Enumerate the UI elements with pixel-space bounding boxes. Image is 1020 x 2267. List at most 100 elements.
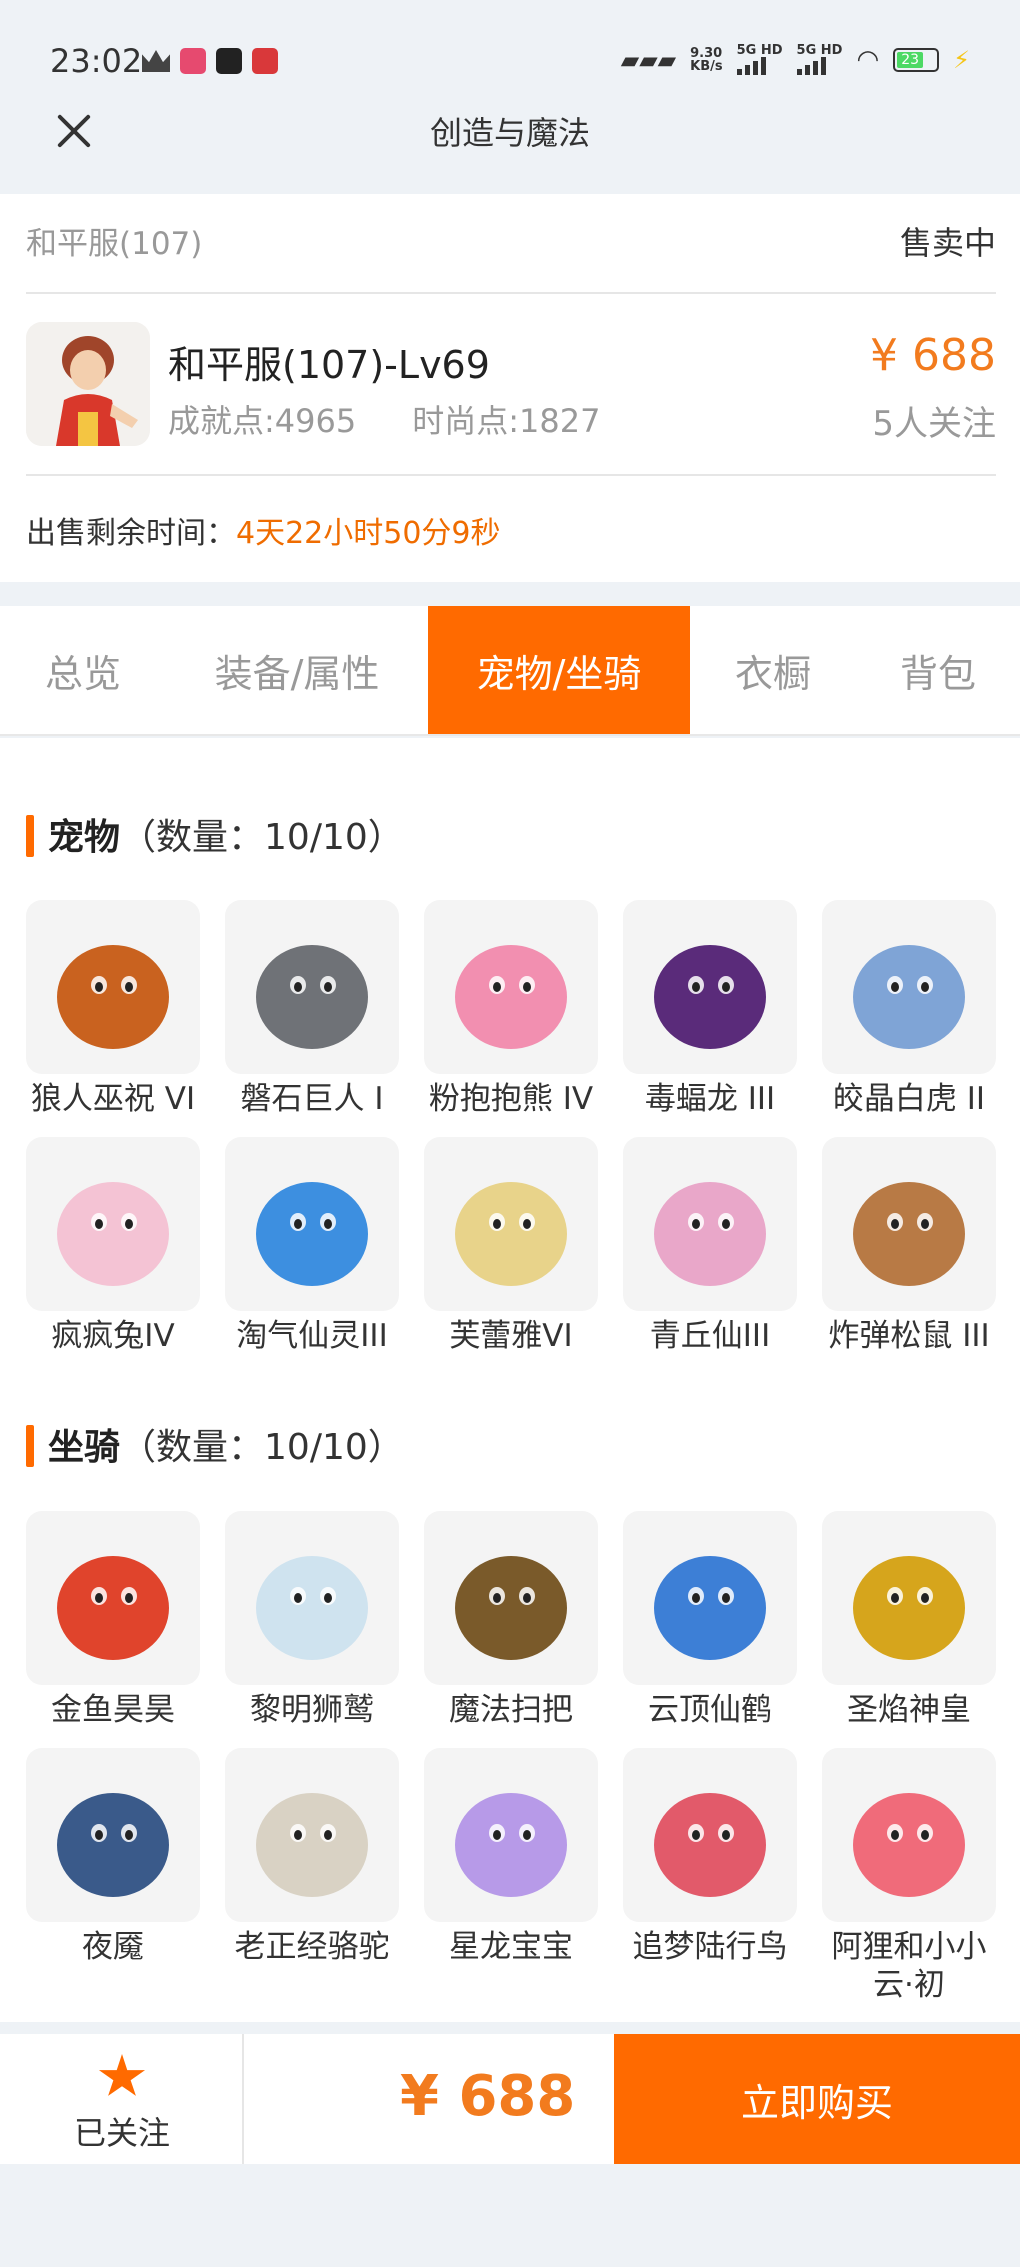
mount-name: 黎明狮鹫	[250, 1692, 374, 1728]
signal-bars-icon	[796, 57, 843, 75]
mounts-section-title: 坐骑（数量：10/10）	[26, 1418, 404, 1470]
pet-name: 狼人巫祝 VI	[30, 1081, 196, 1117]
net-speed-unit: KB/s	[690, 58, 723, 74]
mount-item[interactable]: 老正经骆驼	[225, 1748, 399, 1966]
star-icon	[98, 2054, 146, 2096]
pet-item[interactable]: 粉抱抱熊 IV	[424, 900, 598, 1118]
bottom-action-bar: 已关注 ¥ 688 立即购买	[0, 2034, 1020, 2164]
mount-item[interactable]: 金鱼昊昊	[26, 1511, 200, 1729]
battery-level: 23	[897, 51, 924, 68]
character-stats: 成就点:4965 时尚点:1827	[168, 396, 600, 442]
pet-item[interactable]: 淘气仙灵III	[225, 1137, 399, 1355]
remaining-time: 出售剩余时间：4天22小时50分9秒	[26, 508, 501, 552]
battery-icon: 23	[893, 47, 940, 72]
sale-status: 售卖中	[899, 224, 996, 262]
pet-name: 芙蕾雅VI	[449, 1318, 573, 1354]
pets-title: 宠物	[48, 817, 121, 858]
tab-equipment[interactable]: 装备/属性	[166, 606, 428, 734]
tab-backpack[interactable]: 背包	[856, 606, 1020, 734]
buy-now-button[interactable]: 立即购买	[614, 2034, 1020, 2164]
mounts-count: （数量：10/10）	[120, 1427, 404, 1468]
app-notification-icon	[180, 48, 206, 74]
mount-name: 金鱼昊昊	[51, 1692, 175, 1728]
mount-item[interactable]: 星龙宝宝	[424, 1748, 598, 1966]
mount-thumbnail	[623, 1748, 797, 1922]
follow-button[interactable]: 已关注	[0, 2034, 244, 2164]
page-title: 创造与魔法	[429, 114, 590, 152]
app-notification-icon	[216, 48, 242, 74]
pet-item[interactable]: 狼人巫祝 VI	[26, 900, 200, 1118]
pet-name: 粉抱抱熊 IV	[428, 1081, 594, 1117]
remaining-value: 4天22小时50分9秒	[236, 516, 501, 551]
close-icon[interactable]	[50, 106, 100, 156]
pet-item[interactable]: 芙蕾雅VI	[424, 1137, 598, 1355]
mount-thumbnail	[225, 1511, 399, 1685]
mount-name: 魔法扫把	[449, 1692, 573, 1728]
system-icons: ▰▰▰ 9.30 KB/s 5G HD 5G HD ◠ 23 ⚡	[621, 44, 970, 75]
pet-thumbnail	[623, 1137, 797, 1311]
net-speed: 9.30 KB/s	[690, 47, 722, 73]
mount-name: 追梦陆行鸟	[632, 1929, 788, 1965]
signal-1-label: 5G HD	[736, 43, 783, 58]
pet-item[interactable]: 青丘仙III	[623, 1137, 797, 1355]
follower-count: 5人关注	[872, 404, 996, 444]
pet-thumbnail	[225, 1137, 399, 1311]
mount-thumbnail	[225, 1748, 399, 1922]
mount-thumbnail	[822, 1511, 996, 1685]
mount-name: 夜魇	[82, 1929, 144, 1965]
bottom-safe-area	[0, 2164, 1020, 2267]
mount-item[interactable]: 阿狸和小小云·初	[822, 1748, 996, 2004]
pet-item[interactable]: 毒蝠龙 III	[623, 900, 797, 1118]
signal-bars-icon	[736, 57, 783, 75]
mount-item[interactable]: 魔法扫把	[424, 1511, 598, 1729]
character-avatar[interactable]	[26, 322, 150, 446]
listing-price: ¥ 688	[870, 330, 996, 381]
crown-icon	[142, 50, 170, 72]
pet-thumbnail	[26, 900, 200, 1074]
mount-item[interactable]: 圣焰神皇	[822, 1511, 996, 1729]
pet-item[interactable]: 炸弹松鼠 III	[822, 1137, 996, 1355]
wifi-icon: ◠	[856, 44, 880, 75]
mount-thumbnail	[424, 1748, 598, 1922]
section-accent-bar	[26, 815, 34, 857]
tab-wardrobe[interactable]: 衣橱	[690, 606, 856, 734]
remaining-label: 出售剩余时间：	[26, 516, 236, 551]
status-bar: 23:02 ▰▰▰ 9.30 KB/s 5G HD 5G HD ◠ 23 ⚡	[0, 0, 1020, 90]
server-row: 和平服(107) 售卖中	[26, 208, 996, 268]
pet-thumbnail	[225, 900, 399, 1074]
nav-bar: 创造与魔法	[0, 90, 1020, 194]
mount-item[interactable]: 黎明狮鹫	[225, 1511, 399, 1729]
mount-item[interactable]: 夜魇	[26, 1748, 200, 1966]
pet-thumbnail	[623, 900, 797, 1074]
tab-pets-mounts[interactable]: 宠物/坐骑	[428, 606, 690, 734]
mount-item[interactable]: 追梦陆行鸟	[623, 1748, 797, 1966]
notification-icons	[142, 48, 278, 74]
mount-thumbnail	[822, 1748, 996, 1922]
tab-overview[interactable]: 总览	[0, 606, 166, 734]
pet-item[interactable]: 磐石巨人 I	[225, 900, 399, 1118]
pet-thumbnail	[822, 900, 996, 1074]
signal-2-label: 5G HD	[796, 43, 843, 58]
divider	[26, 292, 996, 294]
server-name: 和平服(107)	[26, 226, 203, 262]
pet-name: 青丘仙III	[649, 1318, 771, 1354]
network-logo-icon: ▰▰▰	[620, 45, 677, 74]
pet-name: 毒蝠龙 III	[644, 1081, 776, 1117]
status-time: 23:02	[50, 42, 143, 80]
mount-thumbnail	[623, 1511, 797, 1685]
fashion-points: 时尚点:1827	[412, 402, 601, 440]
listing-card: 和平服(107) 售卖中 和平服(107)-Lv69 成就点:4965 时尚点:…	[0, 194, 1020, 582]
pet-name: 疯疯兔IV	[51, 1318, 175, 1354]
mount-item[interactable]: 云顶仙鹤	[623, 1511, 797, 1729]
tab-bar: 总览 装备/属性 宠物/坐骑 衣橱 背包	[0, 606, 1020, 736]
character-title: 和平服(107)-Lv69	[168, 343, 490, 387]
pet-name: 淘气仙灵III	[236, 1318, 388, 1354]
pet-name: 皎晶白虎 II	[832, 1081, 986, 1117]
mount-thumbnail	[26, 1748, 200, 1922]
pet-thumbnail	[822, 1137, 996, 1311]
pet-name: 磐石巨人 I	[240, 1081, 384, 1117]
mount-name: 星龙宝宝	[449, 1929, 573, 1965]
pet-item[interactable]: 疯疯兔IV	[26, 1137, 200, 1355]
pet-name: 炸弹松鼠 III	[828, 1318, 990, 1354]
pet-item[interactable]: 皎晶白虎 II	[822, 900, 996, 1118]
